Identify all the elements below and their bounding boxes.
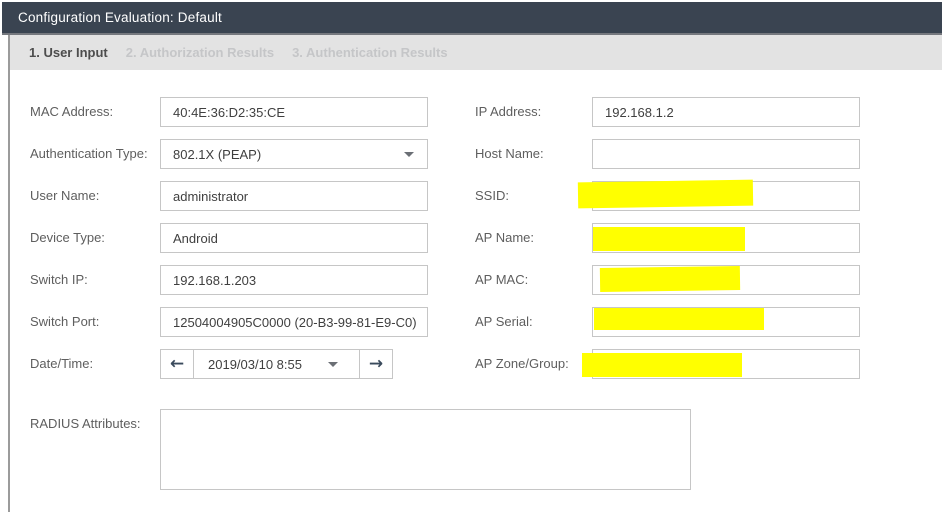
arrow-left-icon: ← bbox=[170, 356, 184, 373]
ap-name-label: AP Name: bbox=[475, 223, 534, 253]
mac-address-label: MAC Address: bbox=[30, 97, 113, 127]
ap-zone-group-redaction-overlay bbox=[582, 353, 742, 377]
user-name-label: User Name: bbox=[30, 181, 99, 211]
dialog-title: Configuration Evaluation: Default bbox=[2, 10, 222, 25]
ap-serial-redaction-overlay bbox=[594, 308, 764, 330]
authentication-type-value: 802.1X (PEAP) bbox=[173, 147, 427, 162]
host-name-label: Host Name: bbox=[475, 139, 544, 169]
authentication-type-select[interactable]: 802.1X (PEAP) bbox=[160, 139, 428, 169]
ap-mac-label: AP MAC: bbox=[475, 265, 528, 295]
dialog-left-border bbox=[8, 35, 10, 512]
ap-name-redaction-overlay bbox=[593, 227, 745, 251]
tab-authorization-results[interactable]: 2. Authorization Results bbox=[126, 45, 274, 60]
dialog-titlebar: Configuration Evaluation: Default bbox=[2, 2, 942, 35]
ip-address-label: IP Address: bbox=[475, 97, 541, 127]
device-type-label: Device Type: bbox=[30, 223, 105, 253]
arrow-right-icon: → bbox=[369, 356, 383, 373]
date-previous-button[interactable]: ← bbox=[160, 349, 194, 379]
ssid-redaction-overlay bbox=[578, 180, 753, 209]
radius-attributes-textarea[interactable] bbox=[160, 409, 691, 490]
radius-attributes-label: RADIUS Attributes: bbox=[30, 409, 141, 439]
date-time-select[interactable]: 2019/03/10 8:55 bbox=[193, 349, 360, 379]
date-next-button[interactable]: → bbox=[359, 349, 393, 379]
switch-port-label: Switch Port: bbox=[30, 307, 99, 337]
date-time-value: 2019/03/10 8:55 bbox=[208, 357, 302, 372]
switch-port-input[interactable] bbox=[160, 307, 428, 337]
tab-user-input[interactable]: 1. User Input bbox=[29, 45, 108, 60]
ip-address-input[interactable] bbox=[592, 97, 860, 127]
host-name-input[interactable] bbox=[592, 139, 860, 169]
device-type-input[interactable] bbox=[160, 223, 428, 253]
ap-zone-group-label: AP Zone/Group: bbox=[475, 349, 569, 379]
ap-serial-label: AP Serial: bbox=[475, 307, 533, 337]
wizard-tabbar: 1. User Input 2. Authorization Results 3… bbox=[10, 35, 942, 70]
switch-ip-input[interactable] bbox=[160, 265, 428, 295]
authentication-type-label: Authentication Type: bbox=[30, 139, 148, 169]
chevron-down-icon bbox=[328, 362, 338, 367]
user-name-input[interactable] bbox=[160, 181, 428, 211]
switch-ip-label: Switch IP: bbox=[30, 265, 88, 295]
tab-authentication-results[interactable]: 3. Authentication Results bbox=[292, 45, 448, 60]
mac-address-input[interactable] bbox=[160, 97, 428, 127]
ap-mac-redaction-overlay bbox=[600, 266, 740, 292]
date-time-label: Date/Time: bbox=[30, 349, 93, 379]
chevron-down-icon bbox=[404, 152, 414, 157]
ssid-label: SSID: bbox=[475, 181, 509, 211]
